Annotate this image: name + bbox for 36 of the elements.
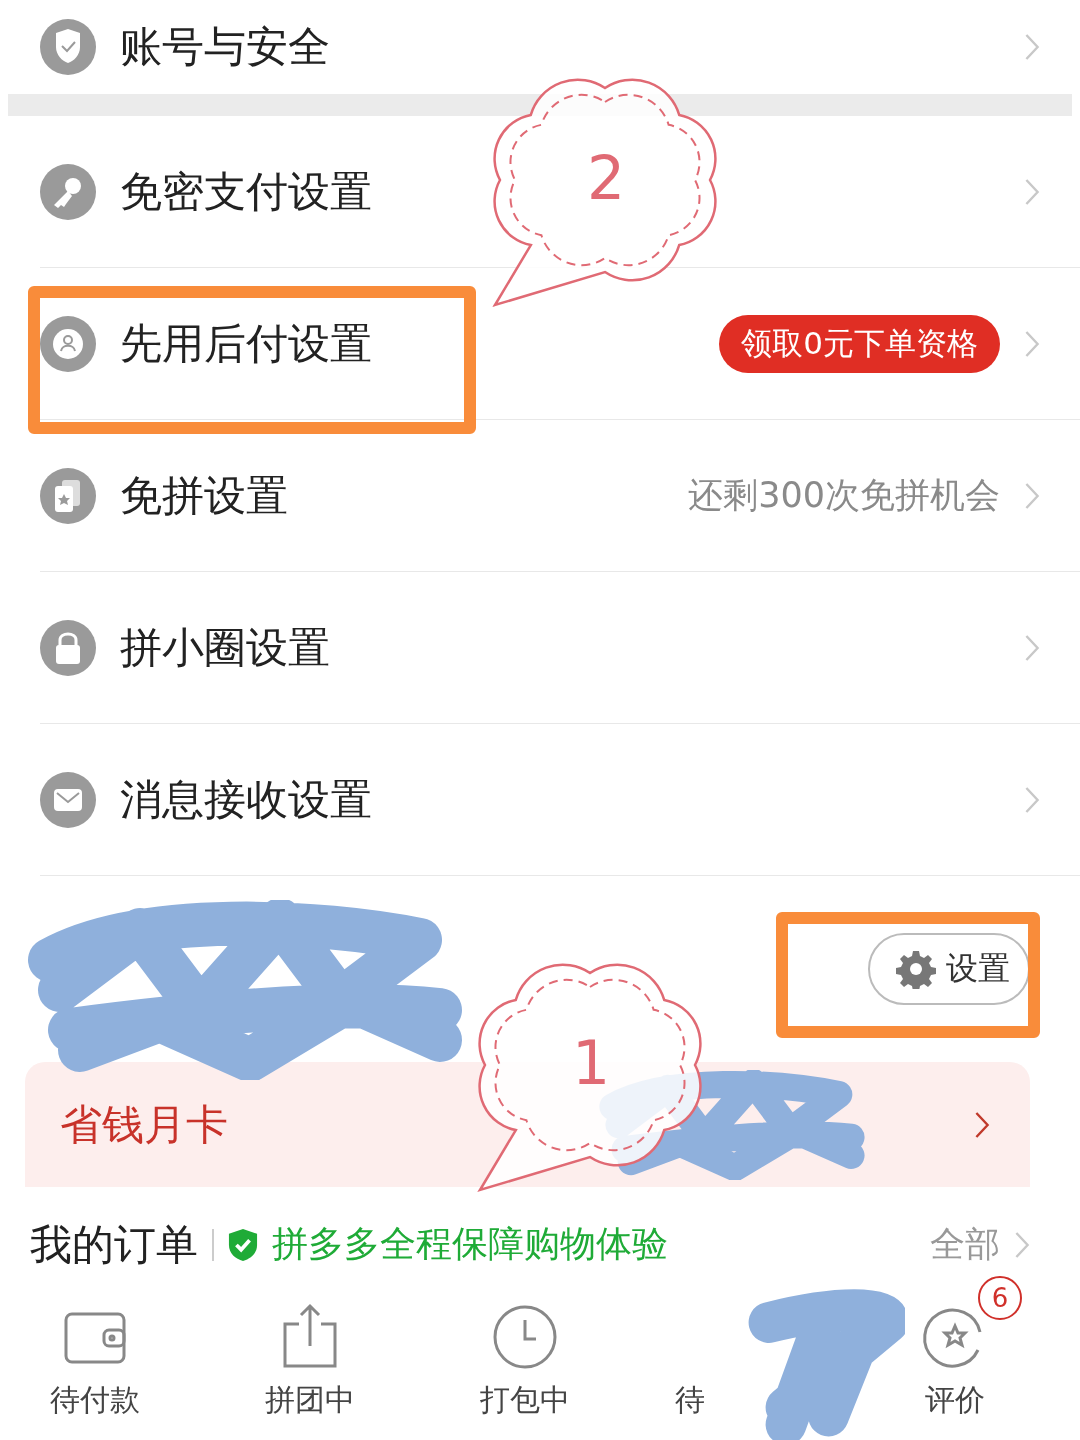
count-badge: 6 — [978, 1276, 1022, 1320]
chevron-icon — [1024, 784, 1040, 815]
card-title: 省钱月卡 — [60, 1098, 228, 1151]
setting-title: 先用后付设置 — [120, 317, 372, 370]
order-status-label[interactable]: 拼团中 — [265, 1380, 355, 1421]
setting-title: 拼小圈设置 — [120, 621, 330, 674]
setting-hint: 还剩300次免拼机会 — [688, 474, 1000, 517]
orders-title: 我的订单 — [30, 1218, 198, 1271]
order-status-label[interactable]: 打包中 — [480, 1380, 570, 1421]
guarantee-text: 拼多多全程保障购物体验 — [272, 1222, 668, 1266]
lock-icon — [40, 619, 96, 676]
chevron-icon — [1024, 32, 1040, 62]
badge-icon — [40, 315, 96, 372]
setting-title: 免密支付设置 — [120, 165, 372, 218]
chevron-icon — [1024, 328, 1040, 359]
chevron-icon — [1024, 176, 1040, 207]
cards-icon — [40, 467, 96, 524]
key-icon — [40, 163, 96, 220]
promo-badge: 领取0元下单资格 — [719, 314, 1000, 373]
chevron-icon — [1024, 632, 1040, 663]
callout-number: 1 — [572, 1028, 611, 1098]
chevron-icon — [1014, 1229, 1030, 1260]
order-status-label[interactable]: 待 — [675, 1380, 705, 1421]
shield-icon — [228, 1227, 258, 1262]
order-status-label[interactable]: 评价 — [925, 1380, 985, 1421]
setting-title: 消息接收设置 — [120, 773, 372, 826]
settings-button[interactable]: 设置 — [868, 933, 1030, 1005]
setting-title: 账号与安全 — [120, 21, 330, 73]
envelope-icon — [40, 771, 96, 828]
callout-number: 2 — [587, 143, 626, 213]
settings-icon — [896, 949, 936, 989]
chevron-icon — [974, 1109, 990, 1140]
setting-title: 免拼设置 — [120, 469, 288, 522]
chevron-icon — [1024, 480, 1040, 511]
shield-icon — [40, 19, 96, 75]
order-status-label[interactable]: 待付款 — [50, 1380, 140, 1421]
